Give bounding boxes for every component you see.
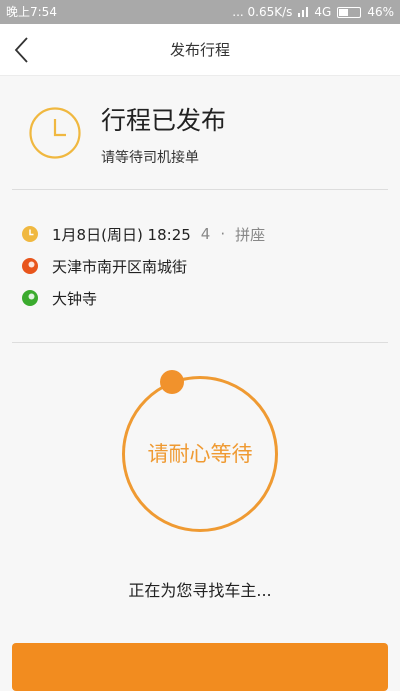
destination-dot-icon (22, 290, 38, 306)
signal-icon (298, 7, 309, 17)
time-dot-icon (22, 226, 38, 242)
trip-time-row: 1月8日(周日) 18:25 4 · 拼座 (22, 223, 265, 245)
network-speed: ... 0.65K/s (232, 5, 293, 19)
trip-time: 1月8日(周日) 18:25 (52, 225, 191, 244)
seat-count: 4 (200, 225, 211, 243)
destination-row: 大钟寺 (22, 287, 97, 309)
status-right: ... 0.65K/s 4G 46% (232, 0, 394, 24)
divider (12, 342, 388, 343)
separator: · (220, 225, 226, 243)
network-type: 4G (314, 5, 332, 19)
status-time: 晚上7:54 (6, 5, 57, 19)
searching-message: 正在为您寻找车主... (128, 581, 272, 600)
battery-icon (337, 6, 362, 18)
waiting-label: 请耐心等待 (147, 442, 253, 466)
divider (12, 189, 388, 190)
status-bar: 晚上7:54 ... 0.65K/s 4G 46% (0, 0, 400, 24)
status-subtitle: 请等待司机接单 (101, 150, 199, 166)
origin-row: 天津市南开区南城街 (22, 255, 187, 277)
publish-status: 行程已发布 请等待司机接单 (0, 76, 400, 189)
ride-type: 拼座 (235, 225, 266, 244)
origin-dot-icon (22, 258, 38, 274)
app-header: 发布行程 (0, 24, 400, 76)
destination-address: 大钟寺 (52, 289, 98, 308)
bottom-action-button[interactable] (12, 643, 388, 691)
page-title: 发布行程 (169, 41, 230, 59)
clock-icon (29, 107, 81, 159)
status-title: 行程已发布 (101, 106, 227, 135)
battery-percent: 46% (367, 5, 394, 19)
origin-address: 天津市南开区南城街 (52, 257, 188, 276)
